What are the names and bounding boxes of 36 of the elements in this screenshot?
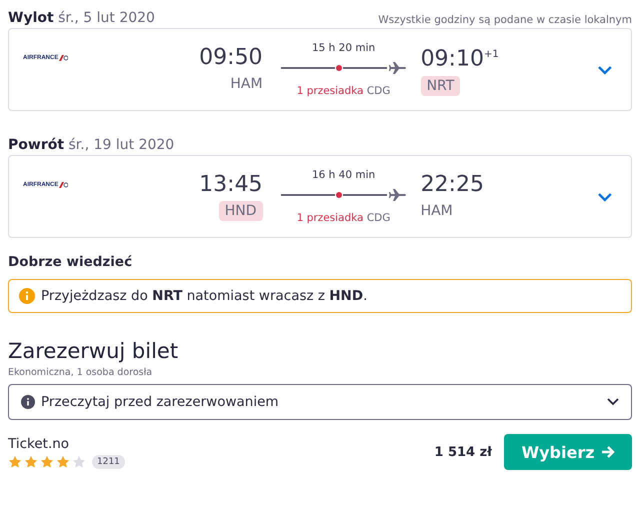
star-icon <box>72 454 86 468</box>
leg-heading: Wylot śr., 5 lut 2020 <box>8 10 155 26</box>
stopover-text: 1 przesiadka CDG <box>296 85 390 97</box>
departure-time: 09:50 <box>199 44 263 72</box>
provider-name: Ticket.no <box>8 436 70 452</box>
route-line-icon <box>280 188 407 202</box>
info-dropdown[interactable]: Przeczytaj przed zarezerwowaniem <box>8 384 632 420</box>
route-line-icon <box>280 61 407 75</box>
leg-heading: Powrót śr., 19 lut 2020 <box>8 137 174 153</box>
info-icon <box>21 395 35 409</box>
booking-subtitle: Ekonomiczna, 1 osoba dorosła <box>8 367 154 378</box>
arrival-airport: NRT <box>420 76 460 96</box>
chevron-icon <box>607 398 619 406</box>
star-icon <box>40 454 54 468</box>
star-icon <box>56 454 70 468</box>
star-icon <box>8 454 22 468</box>
arrival-airport: HAM <box>420 202 454 220</box>
departure-time: 13:45 <box>199 170 263 198</box>
review-count: 1211 <box>92 454 125 468</box>
departure-airport: HAM <box>229 74 264 94</box>
flight-duration: 16 h 40 min <box>312 169 376 181</box>
timezone-note: Wszystkie godziny są podane w czasie lokalnym <box>378 14 632 26</box>
arrow-icon <box>600 445 615 459</box>
info-icon <box>19 288 35 304</box>
section-heading: Dobrze wiedzieć <box>8 254 134 270</box>
price: 1 514 zł <box>434 444 492 460</box>
stopover-text: 1 przesiadka CDG <box>296 212 390 224</box>
star-icon <box>24 454 38 468</box>
flight-duration: 15 h 20 min <box>312 42 376 54</box>
chevron-icon[interactable] <box>597 192 613 202</box>
booking-title: Zarezerwuj bilet <box>8 339 180 363</box>
departure-airport: HND <box>218 200 263 220</box>
chevron-icon[interactable] <box>597 64 613 74</box>
arrival-time: 09:10$^{+1}$ <box>420 46 499 74</box>
notice-text: Przyjeżdzasz do NRT natomiast wracasz z HND. <box>41 288 368 304</box>
arrival-time: 22:25 <box>420 170 484 198</box>
